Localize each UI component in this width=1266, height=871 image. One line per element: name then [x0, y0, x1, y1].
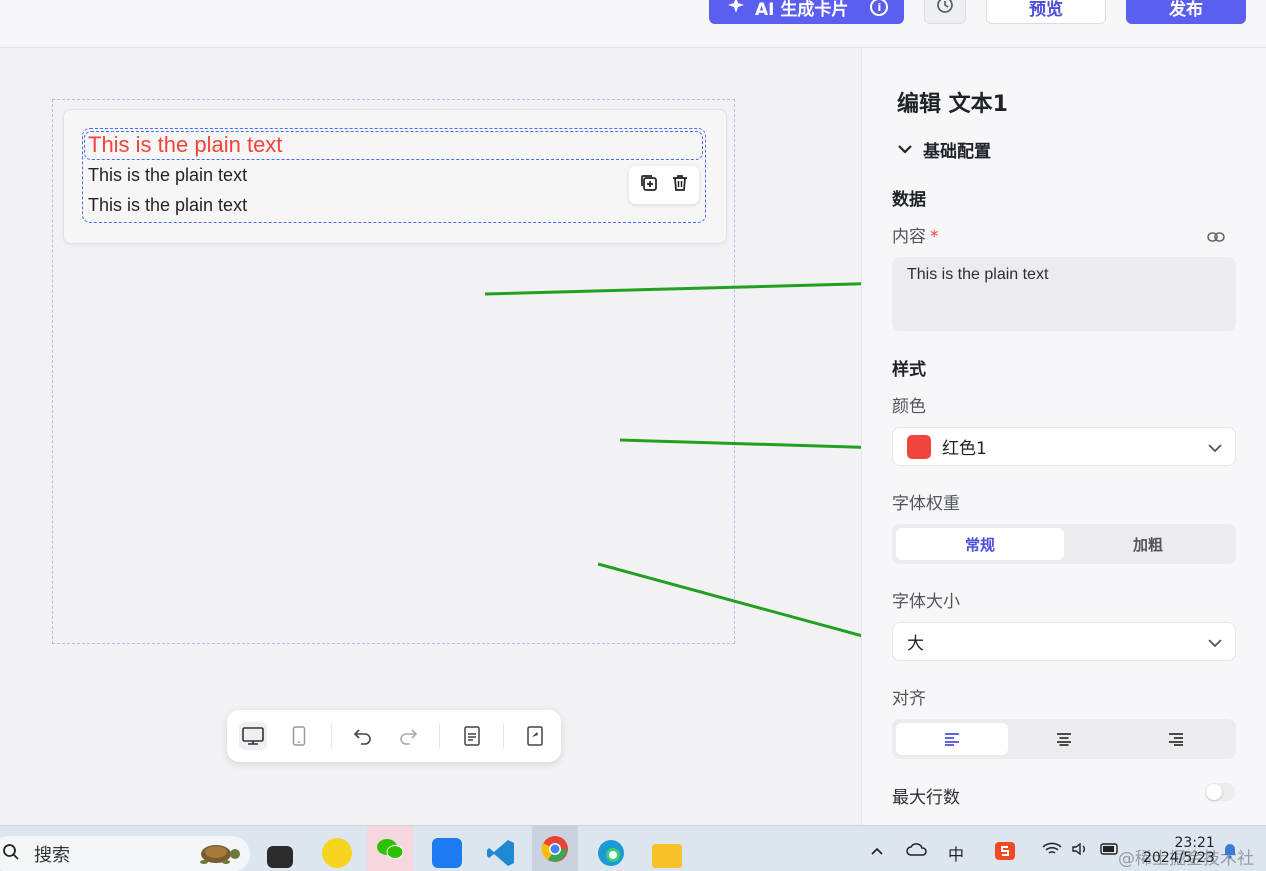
font-size-label: 字体大小 [892, 592, 960, 612]
card-export-icon[interactable] [521, 722, 549, 750]
clock[interactable]: 23:21 2024/5/23 [1143, 836, 1215, 866]
cloud-icon[interactable] [906, 841, 928, 860]
link-icon[interactable] [1206, 229, 1226, 249]
font-weight-segmented: 常规 加粗 [892, 524, 1236, 564]
feishu-icon[interactable] [432, 838, 462, 868]
font-weight-label: 字体权重 [892, 494, 960, 514]
color-value: 红色1 [942, 439, 987, 459]
notification-icon[interactable] [1222, 841, 1238, 863]
align-right-icon[interactable] [1120, 723, 1232, 755]
color-select[interactable]: 红色1 [892, 427, 1236, 466]
battery-icon[interactable] [1100, 841, 1120, 860]
task-view-icon[interactable] [267, 846, 293, 868]
mobile-view-icon[interactable] [285, 722, 313, 750]
chrome-icon[interactable] [532, 826, 578, 871]
content-textarea[interactable]: This is the plain text [892, 257, 1236, 331]
section-basic-config-label: 基础配置 [923, 142, 991, 162]
text-component-1[interactable]: This is the plain text [88, 165, 247, 186]
toolbar-divider [439, 724, 440, 748]
align-left-icon[interactable] [896, 723, 1008, 755]
section-basic-config[interactable]: 基础配置 [897, 137, 991, 162]
turtle-icon [192, 837, 244, 871]
font-weight-bold[interactable]: 加粗 [1064, 528, 1232, 560]
windows-taskbar: 搜索 中 @稀土掘金技术社区 23:21 2024/5/23 [0, 825, 1266, 871]
magic-icon [727, 0, 745, 19]
trash-icon[interactable] [670, 173, 690, 197]
component-toolbar [629, 166, 699, 204]
text-component-2[interactable]: This is the plain text [88, 195, 247, 216]
align-center-icon[interactable] [1008, 723, 1120, 755]
toolbar-divider [503, 724, 504, 748]
toggle-knob [1206, 784, 1222, 800]
required-mark: * [930, 227, 939, 247]
search-icon [2, 843, 20, 866]
desktop-view-icon[interactable] [239, 722, 267, 750]
max-lines-label: 最大行数 [892, 788, 960, 808]
redo-icon[interactable] [394, 722, 422, 750]
ai-generate-card-button[interactable]: AI 生成卡片 i [709, 0, 904, 24]
color-label: 颜色 [892, 397, 926, 417]
history-button[interactable] [924, 0, 966, 24]
ime-indicator[interactable]: 中 [948, 841, 964, 865]
toolbar-divider [331, 724, 332, 748]
data-group-label: 数据 [892, 190, 926, 210]
volume-icon[interactable] [1071, 841, 1089, 860]
chevron-up-icon[interactable] [870, 841, 884, 860]
content-label-text: 内容 [892, 227, 926, 247]
align-segmented [892, 719, 1236, 759]
text-component-red[interactable]: This is the plain text [88, 132, 282, 158]
max-lines-toggle[interactable] [1205, 783, 1235, 801]
align-label: 对齐 [892, 689, 926, 709]
wechat-icon[interactable] [367, 826, 413, 871]
top-bar: AI 生成卡片 i 预览 发布 [0, 0, 1266, 48]
document-icon[interactable] [458, 722, 486, 750]
color-swatch [907, 434, 931, 459]
chevron-down-icon [1207, 634, 1223, 654]
clock-date: 2024/5/23 [1143, 850, 1215, 866]
font-size-value: 大 [907, 634, 924, 654]
wifi-icon[interactable] [1042, 841, 1062, 860]
content-label: 内容 * [892, 222, 939, 247]
file-explorer-icon[interactable] [652, 844, 682, 868]
font-size-select[interactable]: 大 [892, 622, 1236, 661]
info-icon[interactable]: i [870, 0, 889, 16]
clock-time: 23:21 [1174, 835, 1215, 851]
undo-icon[interactable] [349, 722, 377, 750]
chevron-down-icon [897, 140, 913, 160]
chevron-down-icon [1207, 439, 1223, 459]
ai-generate-card-label: AI 生成卡片 [755, 0, 849, 20]
taskbar-search[interactable]: 搜索 [0, 836, 250, 871]
style-group-label: 样式 [892, 360, 926, 380]
sogou-icon[interactable] [994, 841, 1016, 865]
canvas-toolbar [227, 710, 561, 762]
search-label: 搜索 [34, 845, 70, 866]
qq-music-icon[interactable] [322, 838, 352, 868]
publish-button[interactable]: 发布 [1126, 0, 1246, 24]
edge-icon[interactable] [596, 838, 626, 868]
font-weight-regular[interactable]: 常规 [896, 528, 1064, 560]
vscode-icon[interactable] [486, 838, 516, 868]
panel-title: 编辑 文本1 [897, 92, 1008, 117]
copy-add-icon[interactable] [639, 173, 659, 197]
history-icon [936, 0, 954, 18]
preview-button[interactable]: 预览 [986, 0, 1106, 24]
